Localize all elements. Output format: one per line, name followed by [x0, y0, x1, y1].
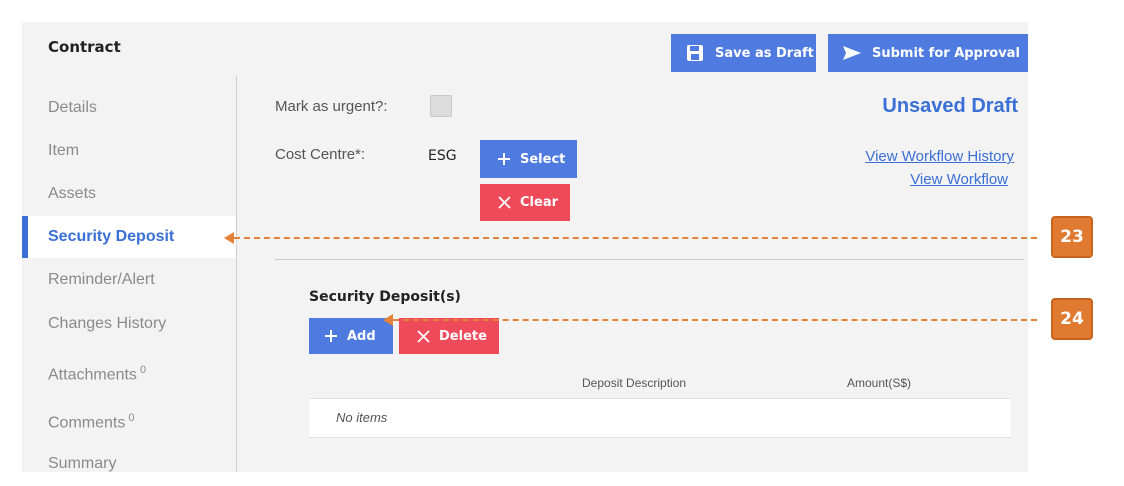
urgent-checkbox[interactable]	[430, 95, 452, 117]
save-draft-label: Save as Draft	[715, 45, 814, 61]
floppy-disk-icon	[685, 43, 705, 63]
table-body: No items	[309, 398, 1011, 438]
callout-line	[234, 237, 1037, 239]
sidebar-item-label: Assets	[48, 185, 97, 202]
plus-icon	[323, 326, 339, 346]
sidebar-item-comments[interactable]: Comments 0	[22, 398, 236, 438]
sidebar-item-attachments[interactable]: Attachments 0	[22, 350, 236, 390]
cost-centre-value: ESG	[428, 148, 457, 164]
empty-table-message: No items	[336, 410, 388, 425]
security-deposits-heading: Security Deposit(s)	[309, 289, 461, 305]
delete-deposit-button[interactable]: Delete	[399, 318, 499, 354]
sidebar-nav: Details Item Assets Security Deposit Rem…	[22, 76, 237, 472]
close-icon	[496, 193, 512, 213]
add-deposit-button[interactable]: Add	[309, 318, 393, 354]
cost-centre-label: Cost Centre*:	[275, 146, 366, 163]
select-label: Select	[520, 151, 566, 167]
clear-cost-centre-button[interactable]: Clear	[480, 184, 570, 221]
sidebar-item-details[interactable]: Details	[22, 88, 236, 128]
submit-for-approval-button[interactable]: Submit for Approval	[828, 34, 1028, 72]
clear-label: Clear	[520, 195, 558, 210]
sidebar-item-label: Attachments	[48, 366, 137, 384]
draft-status-title: Unsaved Draft	[882, 95, 1018, 117]
sidebar-item-security-deposit[interactable]: Security Deposit	[22, 216, 236, 258]
select-cost-centre-button[interactable]: Select	[480, 140, 577, 178]
urgent-label: Mark as urgent?:	[275, 98, 388, 115]
callout-line	[393, 319, 1037, 321]
column-header-amount[interactable]: Amount(S$)	[847, 376, 911, 390]
sidebar-item-label: Details	[48, 99, 97, 116]
callout-badge-23: 23	[1051, 216, 1093, 258]
sidebar-item-label: Security Deposit	[48, 228, 175, 245]
add-label: Add	[347, 328, 376, 344]
comments-count: 0	[128, 412, 135, 424]
sidebar-item-label: Comments	[48, 414, 126, 432]
send-arrow-icon	[842, 43, 862, 63]
page-title: Contract	[48, 38, 121, 56]
view-workflow-link[interactable]: View Workflow	[910, 171, 1008, 188]
sidebar-item-summary[interactable]: Summary	[22, 444, 236, 484]
sidebar-item-assets[interactable]: Assets	[22, 174, 236, 214]
plus-icon	[496, 149, 512, 169]
sidebar-item-reminder-alert[interactable]: Reminder/Alert	[22, 260, 236, 300]
deposits-table: Deposit Description Amount(S$) No items	[309, 370, 1011, 438]
attachments-count: 0	[139, 364, 147, 376]
sidebar-item-label: Summary	[48, 455, 117, 472]
sidebar-item-changes-history[interactable]: Changes History	[22, 304, 236, 344]
callout-arrowhead	[383, 314, 393, 326]
delete-label: Delete	[439, 328, 487, 344]
submit-label: Submit for Approval	[872, 45, 1020, 61]
sidebar-item-label: Reminder/Alert	[48, 271, 155, 288]
header-bar: Contract Save as Draft Submit for Approv…	[22, 22, 1028, 76]
sidebar-item-label: Item	[48, 142, 80, 159]
close-icon	[415, 326, 431, 346]
callout-badge-24: 24	[1051, 298, 1093, 340]
column-header-description[interactable]: Deposit Description	[582, 376, 686, 390]
view-workflow-history-link[interactable]: View Workflow History	[865, 148, 1014, 165]
sidebar-item-label: Changes History	[48, 315, 167, 332]
sidebar-item-item[interactable]: Item	[22, 131, 236, 171]
callout-arrowhead	[224, 232, 234, 244]
section-divider	[275, 259, 1024, 260]
save-draft-button[interactable]: Save as Draft	[671, 34, 816, 72]
